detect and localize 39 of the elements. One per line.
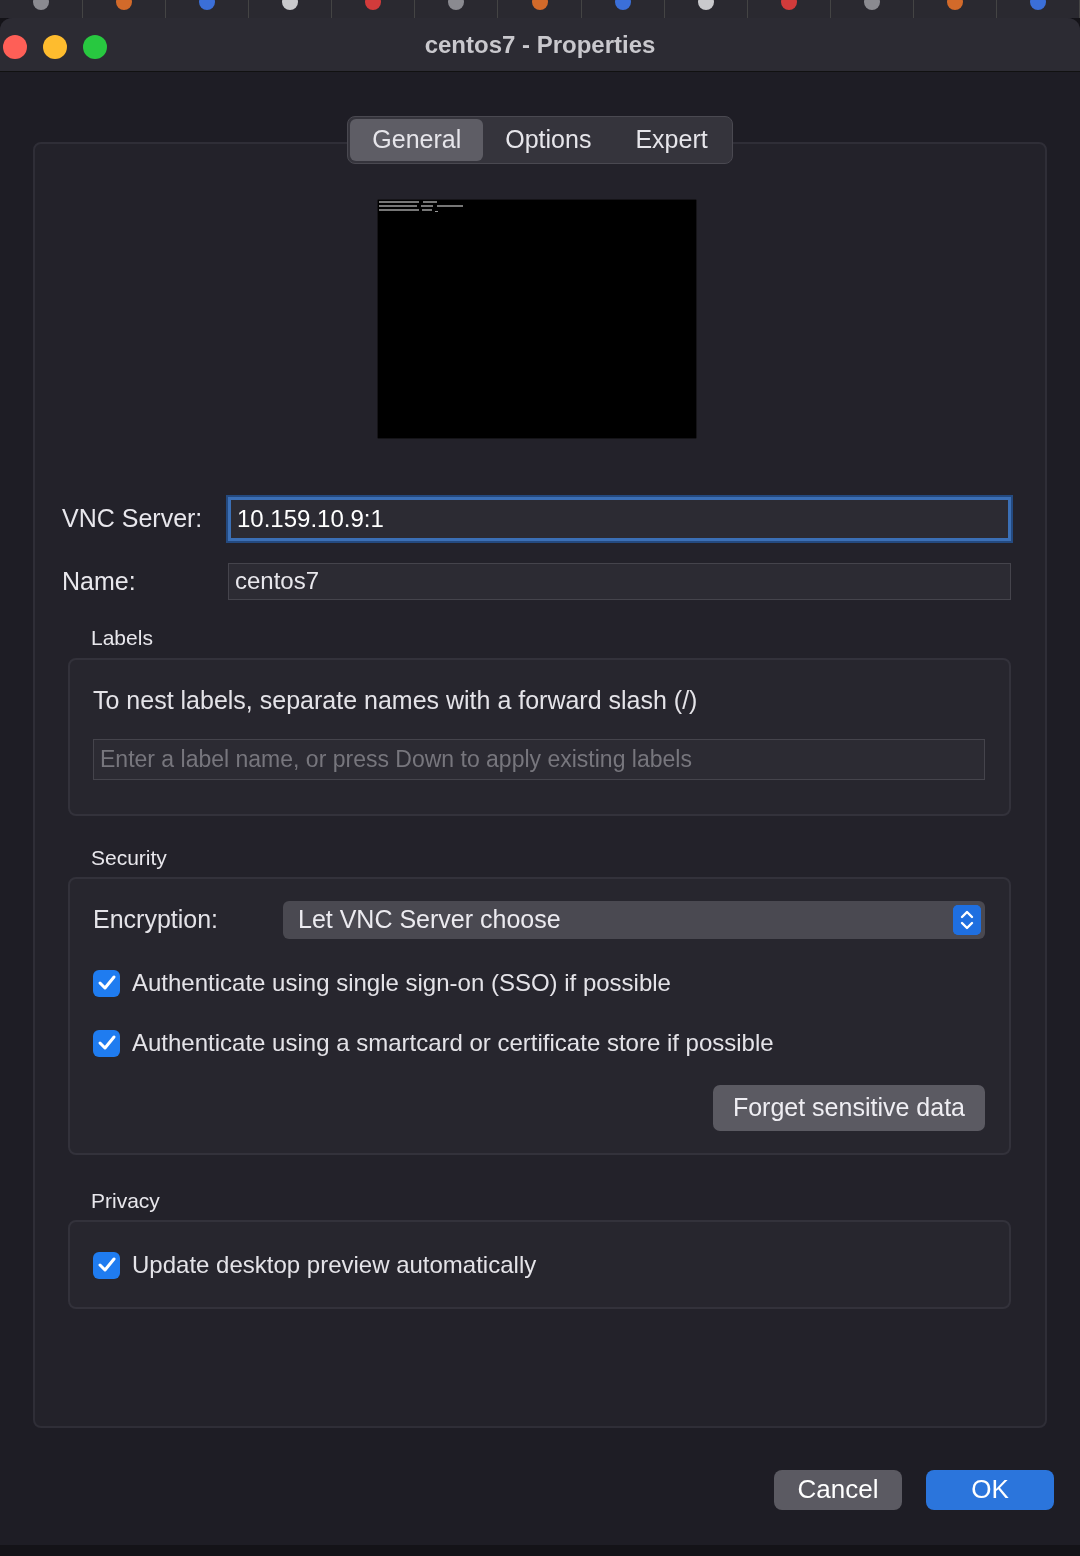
encryption-label: Encryption: <box>93 904 220 936</box>
section-title: Security <box>91 844 168 871</box>
field-label: VNC Server: <box>62 502 204 534</box>
checkmark-icon <box>96 1034 117 1052</box>
tab-icon[interactable] <box>695 0 716 10</box>
ok-button[interactable]: OK <box>926 1469 1054 1510</box>
section-title: Privacy <box>91 1187 161 1214</box>
checkbox-label: Authenticate using single sign-on (SSO) if possible <box>132 968 671 998</box>
tab[interactable]: Options <box>483 119 614 161</box>
tab-icon[interactable] <box>31 0 52 10</box>
tab-icon[interactable] <box>529 0 550 10</box>
field-label: Name: <box>62 565 137 597</box>
tab[interactable]: Expert <box>613 119 730 161</box>
encryption-dropdown[interactable]: Let VNC Server choose <box>283 901 985 939</box>
stepper-arrows-icon <box>953 905 981 935</box>
text-field[interactable]: centos7 <box>228 562 1011 600</box>
minimize-button[interactable] <box>43 35 67 59</box>
checkmark-icon <box>96 1256 117 1274</box>
checkbox[interactable] <box>93 1029 120 1057</box>
tab-icon[interactable] <box>114 0 135 10</box>
label-input-field[interactable]: Enter a label name, or press Down to apply existing labels <box>93 739 985 780</box>
text-field[interactable]: 10.159.10.9:1 <box>228 496 1011 541</box>
tab-icon[interactable] <box>944 0 965 10</box>
checkbox-label: Authenticate using a smartcard or certificate store if possible <box>132 1028 774 1058</box>
checkbox-label: Update desktop preview automatically <box>132 1250 537 1280</box>
checkbox[interactable] <box>93 969 120 997</box>
checkbox[interactable] <box>93 1251 120 1279</box>
tab-icon[interactable] <box>280 0 301 10</box>
window-title: centos7 - Properties <box>424 29 656 60</box>
checkmark-icon <box>96 974 117 992</box>
close-button[interactable] <box>3 35 27 59</box>
tab-icon[interactable] <box>446 0 467 10</box>
tab[interactable]: General <box>350 119 484 161</box>
forget-data-button[interactable]: Forget sensitive data <box>712 1085 985 1131</box>
zoom-button[interactable] <box>83 35 107 59</box>
tab-icon[interactable] <box>861 0 882 10</box>
cancel-button[interactable]: Cancel <box>774 1469 902 1510</box>
section-title: Labels <box>91 625 154 651</box>
hint-text: To nest labels, separate names with a forward slash (/) <box>93 684 699 716</box>
